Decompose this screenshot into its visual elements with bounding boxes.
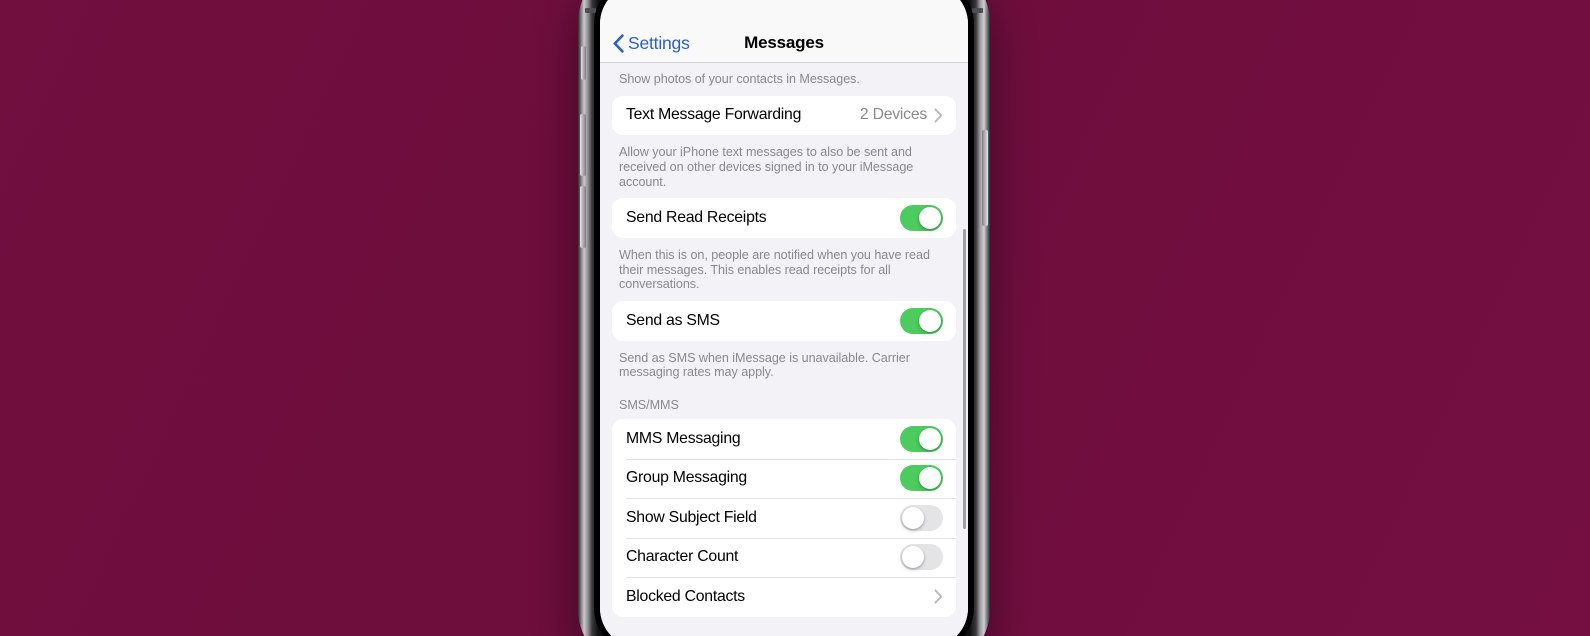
row-label: Group Messaging <box>626 469 747 487</box>
toggle-knob <box>919 467 941 490</box>
section-header-sms-mms: SMS/MMS <box>619 398 679 413</box>
settings-scroll-view[interactable]: Show photos of your contacts in Messages… <box>600 63 968 636</box>
toggle-mms-messaging[interactable] <box>900 425 943 452</box>
toggle-knob <box>919 309 941 332</box>
toggle-knob <box>902 506 924 529</box>
row-send-as-sms[interactable]: Send as SMS <box>612 301 956 341</box>
chevron-left-icon <box>613 34 624 53</box>
section-send-read-receipts: Send Read Receipts <box>612 198 956 238</box>
contacts-photos-footnote: Show photos of your contacts in Messages… <box>619 72 860 86</box>
volume-down-button[interactable] <box>580 186 586 248</box>
row-group-messaging[interactable]: Group Messaging <box>612 458 956 499</box>
row-character-count[interactable]: Character Count <box>612 537 956 578</box>
section-sms-mms: MMS Messaging Group Messaging Show Subje… <box>612 419 956 617</box>
row-label: Character Count <box>626 548 739 566</box>
send-read-receipts-footnote: When this is on, people are notified whe… <box>619 247 930 292</box>
row-label: MMS Messaging <box>626 429 741 447</box>
antenna-band-right <box>972 8 983 13</box>
row-label: Show Subject Field <box>626 508 757 526</box>
send-as-sms-footnote: Send as SMS when iMessage is unavailable… <box>619 350 910 380</box>
row-label: Blocked Contacts <box>626 587 745 605</box>
phone-screen: Settings Messages Show photos of your co… <box>600 0 968 636</box>
toggle-send-read-receipts[interactable] <box>900 205 943 232</box>
toggle-knob <box>919 207 941 230</box>
back-button[interactable]: Settings <box>600 33 690 54</box>
back-button-label: Settings <box>628 33 690 53</box>
power-button[interactable] <box>982 130 988 226</box>
navigation-bar: Settings Messages <box>600 0 968 63</box>
row-mms-messaging[interactable]: MMS Messaging <box>612 419 956 459</box>
mute-switch[interactable] <box>581 46 586 80</box>
row-send-read-receipts[interactable]: Send Read Receipts <box>612 198 956 238</box>
toggle-knob <box>919 427 941 450</box>
row-label: Send Read Receipts <box>626 209 767 227</box>
volume-up-button[interactable] <box>580 114 586 176</box>
row-blocked-contacts[interactable]: Blocked Contacts <box>612 577 956 617</box>
row-text-message-forwarding[interactable]: Text Message Forwarding 2 Devices <box>612 95 956 136</box>
row-label: Send as SMS <box>626 311 720 329</box>
section-text-message-forwarding: Text Message Forwarding 2 Devices <box>612 95 956 136</box>
toggle-group-messaging[interactable] <box>900 465 943 492</box>
row-label: Text Message Forwarding <box>626 106 802 124</box>
row-show-subject-field[interactable]: Show Subject Field <box>612 498 956 538</box>
section-send-as-sms: Send as SMS <box>612 301 956 341</box>
toggle-character-count[interactable] <box>900 544 943 571</box>
chevron-right-icon <box>934 108 943 123</box>
vertical-scrollbar[interactable] <box>962 229 966 529</box>
iphone-device: Settings Messages Show photos of your co… <box>578 0 990 636</box>
toggle-show-subject-field[interactable] <box>900 504 943 531</box>
toggle-send-as-sms[interactable] <box>900 307 943 334</box>
row-value: 2 Devices <box>859 106 927 124</box>
text-message-forwarding-footnote: Allow your iPhone text messages to also … <box>619 145 914 189</box>
chevron-right-icon <box>934 589 943 604</box>
toggle-knob <box>902 546 924 569</box>
